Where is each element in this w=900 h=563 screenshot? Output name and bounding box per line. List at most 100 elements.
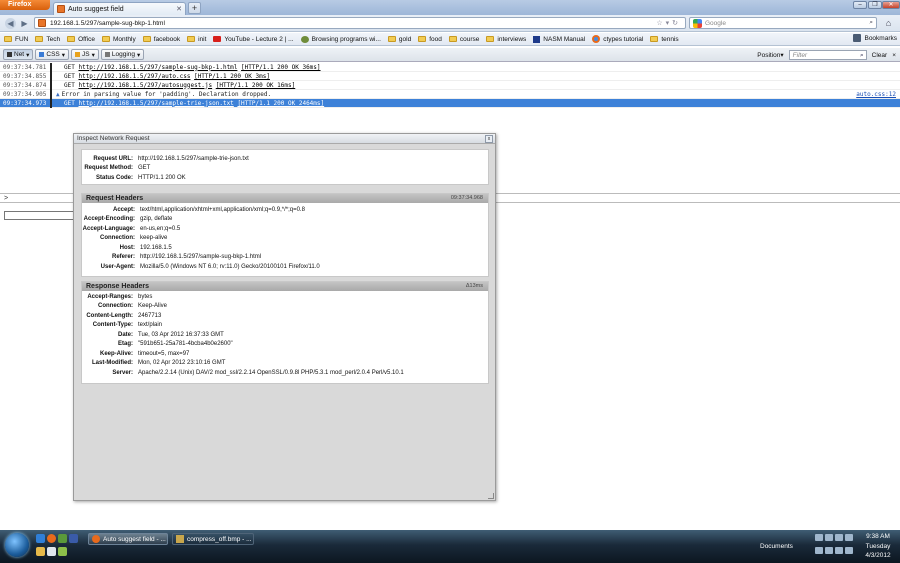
bookmark-item[interactable]: course bbox=[448, 36, 479, 43]
bookmark-item[interactable]: tennis bbox=[650, 36, 679, 43]
request-url-link[interactable]: http://192.168.1.5/297/sample-trie-json.… bbox=[78, 100, 233, 107]
firefox-menu-button[interactable]: Firefox bbox=[0, 0, 50, 10]
request-headers-heading[interactable]: Request Headers 09:37:34.968 bbox=[82, 194, 488, 203]
bookmark-item[interactable]: NASM Manual bbox=[533, 35, 585, 43]
tray-icon[interactable] bbox=[845, 547, 853, 554]
header-name: Content-Length: bbox=[86, 312, 133, 319]
taskbar-paint-window[interactable]: compress_off.bmp - ... bbox=[172, 533, 254, 545]
document-icon[interactable] bbox=[47, 547, 56, 556]
request-header-row: User-Agent: Mozilla/5.0 (Windows NT 6.0; … bbox=[82, 262, 488, 272]
folder-icon bbox=[4, 36, 12, 42]
dialog-title: Inspect Network Request bbox=[77, 135, 150, 142]
spreadsheet-icon[interactable] bbox=[58, 547, 67, 556]
bookmark-item[interactable]: FUN bbox=[4, 36, 28, 43]
resize-grip-icon[interactable] bbox=[488, 493, 494, 499]
bookmark-label: Tech bbox=[46, 35, 61, 43]
log-row-selected[interactable]: 09:37:34.973 GET http://192.168.1.5/297/… bbox=[0, 98, 900, 108]
bookmark-item[interactable]: Browsing programs wi... bbox=[300, 35, 381, 43]
back-arrow-icon[interactable]: ◀ bbox=[5, 18, 16, 29]
search-icon[interactable]: ⌕ bbox=[869, 19, 873, 27]
dialog-close-button[interactable]: x bbox=[485, 135, 493, 143]
bookmark-item[interactable]: Office bbox=[67, 36, 95, 43]
minimize-button[interactable]: – bbox=[853, 1, 867, 9]
bookmark-label: Monthly bbox=[112, 35, 136, 43]
taskbar-firefox-window[interactable]: Auto suggest field - ... bbox=[88, 533, 168, 545]
bookmark-item[interactable]: gold bbox=[387, 36, 411, 43]
log-row[interactable]: 09:37:34.874 GET http://192.168.1.5/297/… bbox=[0, 80, 900, 90]
bookmark-item[interactable]: init bbox=[187, 36, 206, 43]
bookmark-item[interactable]: interviews bbox=[486, 36, 526, 43]
response-header-row: Connection: Keep-Alive bbox=[82, 302, 488, 312]
bookmark-label: FUN bbox=[15, 35, 29, 43]
app-icon[interactable] bbox=[69, 534, 78, 543]
tab-logging[interactable]: Logging ▾ bbox=[100, 49, 145, 60]
console-close-icon[interactable]: × bbox=[892, 52, 896, 59]
header-name: User-Agent: bbox=[100, 263, 135, 270]
google-icon[interactable] bbox=[693, 18, 702, 28]
log-row[interactable]: 09:37:34.781 GET http://192.168.1.5/297/… bbox=[0, 62, 900, 72]
filter-input[interactable]: Filter ⌕ bbox=[788, 50, 867, 60]
dialog-title-bar[interactable]: Inspect Network Request x bbox=[74, 134, 495, 144]
tab-css[interactable]: CSS ▾ bbox=[35, 49, 70, 60]
tray-icon[interactable] bbox=[815, 547, 823, 554]
bookmark-item[interactable]: ctypes tutorial bbox=[592, 35, 643, 43]
system-clock[interactable]: 9:38 AM Tuesday 4/3/2012 bbox=[860, 532, 896, 561]
header-value: Tue, 03 Apr 2012 16:37:33 GMT bbox=[138, 331, 224, 338]
header-name: Content-Type: bbox=[92, 322, 133, 329]
header-name: Host: bbox=[119, 244, 135, 251]
log-row-error[interactable]: 09:37:34.905 ▲ Error in parsing value for… bbox=[0, 89, 900, 99]
position-menu[interactable]: Position▾ bbox=[757, 51, 783, 59]
page-text-input[interactable] bbox=[4, 211, 74, 220]
tab-auto-suggest-field[interactable]: Auto suggest field ✕ bbox=[53, 2, 186, 15]
taskbar: Auto suggest field - ... compress_off.bm… bbox=[0, 530, 900, 563]
header-name: Connection: bbox=[98, 303, 133, 310]
bookmark-item[interactable]: Tech bbox=[35, 36, 60, 43]
clear-button[interactable]: Clear bbox=[872, 52, 888, 59]
folder-icon[interactable] bbox=[36, 547, 45, 556]
search-bar[interactable]: Google ⌕ bbox=[689, 17, 877, 29]
bookmarks-menu-button[interactable]: Bookmarks bbox=[853, 34, 897, 42]
firefox-icon[interactable] bbox=[47, 534, 56, 543]
response-header-row: Keep-Alive: timeout=5, max=97 bbox=[82, 349, 488, 359]
bookmark-item[interactable]: facebook bbox=[142, 36, 180, 43]
tab-close-icon[interactable]: ✕ bbox=[176, 5, 182, 13]
app-icon[interactable] bbox=[58, 534, 67, 543]
start-button[interactable] bbox=[5, 533, 29, 557]
tray-icon[interactable] bbox=[825, 547, 833, 554]
youtube-icon bbox=[213, 36, 222, 42]
forward-arrow-icon[interactable]: ▶ bbox=[19, 18, 30, 29]
bookmark-star-icon[interactable]: ☆▾↻ bbox=[656, 19, 681, 27]
bookmark-item[interactable]: food bbox=[418, 36, 442, 43]
bookmarks-toolbar: FUN Tech Office Monthly facebook init YouTube … bbox=[0, 33, 900, 46]
tray-icon[interactable] bbox=[835, 547, 843, 554]
new-tab-button[interactable]: + bbox=[188, 2, 201, 14]
request-url-link[interactable]: http://192.168.1.5/297/auto.css bbox=[78, 73, 190, 80]
tray-icon[interactable] bbox=[835, 534, 843, 541]
css-icon bbox=[39, 52, 45, 57]
restore-button[interactable]: ❐ bbox=[868, 1, 882, 9]
log-row[interactable]: 09:37:34.855 GET http://192.168.1.5/297/… bbox=[0, 71, 900, 81]
address-bar[interactable]: 192.168.1.5/297/sample-sug-bkp-1.html ☆▾… bbox=[34, 17, 686, 29]
tray-icon[interactable] bbox=[825, 534, 833, 541]
window-close-button[interactable]: ✕ bbox=[882, 1, 900, 9]
header-name: Connection: bbox=[100, 235, 135, 242]
documents-toolbar[interactable]: Documents bbox=[760, 543, 793, 550]
folder-icon bbox=[187, 36, 196, 42]
clock-time: 9:38 AM bbox=[866, 533, 890, 540]
tab-net[interactable]: Net ▾ bbox=[3, 49, 34, 60]
request-url-link[interactable]: http://192.168.1.5/297/sample-sug-bkp-1.… bbox=[78, 64, 237, 71]
tray-icon[interactable] bbox=[815, 534, 823, 541]
error-source-link[interactable]: auto.css:12 bbox=[856, 91, 896, 98]
home-icon[interactable]: ⌂ bbox=[882, 17, 895, 29]
ie-icon[interactable] bbox=[36, 534, 45, 543]
bookmark-item[interactable]: Monthly bbox=[101, 35, 136, 43]
tray-icon[interactable] bbox=[845, 534, 853, 541]
bookmark-item[interactable]: YouTube - Lecture 2 | ... bbox=[213, 36, 294, 43]
header-value: Mon, 02 Apr 2012 23:10:16 GMT bbox=[138, 360, 226, 367]
tab-js[interactable]: JS ▾ bbox=[71, 49, 99, 60]
request-url-link[interactable]: http://192.168.1.5/297/autosuggest.js bbox=[78, 82, 212, 89]
header-name: Accept: bbox=[112, 206, 135, 213]
response-headers-heading[interactable]: Response Headers Δ13ms bbox=[82, 282, 488, 291]
js-icon bbox=[75, 52, 81, 57]
folder-icon bbox=[650, 36, 659, 42]
